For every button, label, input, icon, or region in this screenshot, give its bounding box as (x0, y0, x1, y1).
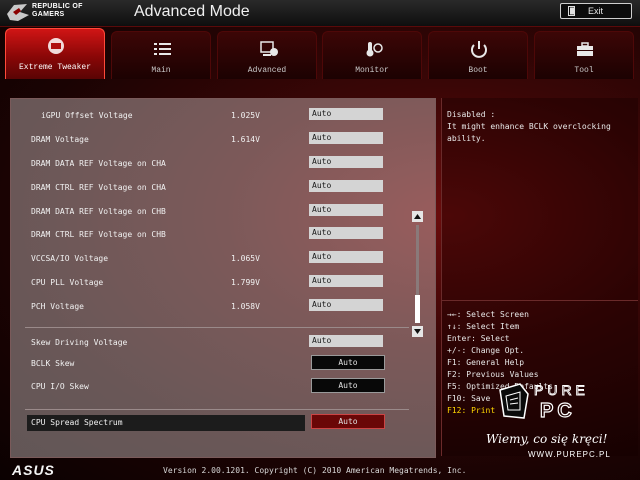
setting-label: DRAM CTRL REF Voltage on CHA (31, 183, 166, 192)
setting-row-dram-ctrl-ref-cha[interactable]: DRAM CTRL REF Voltage on CHA Auto (11, 179, 435, 199)
purepc-watermark-logo: PURE PC (499, 382, 589, 420)
svg-text:PC: PC (540, 400, 576, 420)
exit-button[interactable]: Exit (560, 3, 632, 19)
help-text-line: It might enhance BCLK overclocking (447, 122, 611, 131)
section-divider (25, 327, 409, 328)
setting-row-dram-data-ref-cha[interactable]: DRAM DATA REF Voltage on CHA Auto (11, 155, 435, 175)
setting-label: DRAM CTRL REF Voltage on CHB (31, 230, 166, 239)
cpu-spread-spectrum-dropdown[interactable]: Auto (311, 414, 385, 429)
tab-label: Tool (574, 66, 594, 75)
asus-logo: ASUS (12, 462, 55, 478)
tab-label: Advanced (247, 66, 287, 75)
setting-row-skew-driving-voltage[interactable]: Skew Driving Voltage Auto (11, 334, 435, 354)
top-header-bar: REPUBLIC OF GAMERS Advanced Mode Exit (0, 0, 640, 27)
setting-row-dram-voltage[interactable]: DRAM Voltage 1.614V Auto (11, 131, 435, 151)
section-divider (25, 409, 409, 410)
setting-value: 1.065V (231, 254, 260, 263)
help-text-line: Disabled : (447, 110, 496, 119)
exit-label: Exit (588, 6, 604, 16)
voltage-input[interactable]: Auto (309, 251, 383, 263)
scroll-up-arrow-icon[interactable] (412, 211, 423, 222)
setting-row-cpu-spread-spectrum[interactable]: CPU Spread Spectrum Auto (11, 414, 435, 434)
skew-driving-input[interactable]: Auto (309, 335, 383, 347)
advanced-icon (260, 41, 278, 56)
tweaker-icon (48, 38, 64, 54)
setting-value: 1.799V (231, 278, 260, 287)
tab-label: Boot (468, 66, 488, 75)
setting-row-igpu-offset-voltage[interactable]: iGPU Offset Voltage 1.025V Auto (11, 107, 435, 127)
voltage-input[interactable]: Auto (309, 204, 383, 216)
setting-value: 1.058V (231, 302, 260, 311)
setting-row-bclk-skew[interactable]: BCLK Skew Auto (11, 355, 435, 375)
setting-label: PCH Voltage (31, 302, 84, 311)
setting-row-dram-ctrl-ref-chb[interactable]: DRAM CTRL REF Voltage on CHB Auto (11, 226, 435, 246)
setting-label: Skew Driving Voltage (31, 338, 128, 347)
setting-label: BCLK Skew (31, 359, 75, 368)
setting-label: CPU I/O Skew (31, 382, 89, 391)
tab-bar: Extreme Tweaker Main Advanced Monitor Bo… (0, 28, 640, 80)
rog-eye-logo-icon (7, 4, 29, 21)
thermometer-fan-icon (366, 42, 383, 57)
tab-boot[interactable]: Boot (428, 31, 528, 79)
tab-main[interactable]: Main (111, 31, 211, 79)
key-hint-print: F12: Print (447, 406, 496, 415)
voltage-input[interactable]: Auto (309, 180, 383, 192)
mode-title: Advanced Mode (134, 3, 250, 20)
setting-row-pch-voltage[interactable]: PCH Voltage 1.058V Auto (11, 298, 435, 318)
tab-label: Extreme Tweaker (18, 63, 91, 72)
tab-extreme-tweaker[interactable]: Extreme Tweaker (5, 28, 105, 79)
setting-row-dram-data-ref-chb[interactable]: DRAM DATA REF Voltage on CHB Auto (11, 203, 435, 223)
key-hint: ↑↓: Select Item (447, 322, 520, 331)
list-icon (154, 43, 171, 55)
settings-panel: iGPU Offset Voltage 1.025V Auto DRAM Vol… (10, 98, 436, 458)
setting-label: CPU PLL Voltage (31, 278, 104, 287)
setting-label: DRAM Voltage (31, 135, 89, 144)
bclk-skew-dropdown[interactable]: Auto (311, 355, 385, 370)
rog-brand-text: REPUBLIC OF GAMERS (32, 3, 83, 19)
toolbox-icon (577, 42, 593, 56)
svg-text:PURE: PURE (534, 382, 589, 398)
key-hint: F1: General Help (447, 358, 525, 367)
setting-value: 1.025V (231, 111, 260, 120)
voltage-input[interactable]: Auto (309, 227, 383, 239)
setting-label: DRAM DATA REF Voltage on CHB (31, 207, 166, 216)
key-hint: →←: Select Screen (447, 310, 529, 319)
scrollbar-thumb[interactable] (415, 295, 420, 323)
key-hint: +/-: Change Opt. (447, 346, 525, 355)
setting-label: iGPU Offset Voltage (41, 111, 133, 120)
voltage-input[interactable]: Auto (309, 108, 383, 120)
setting-label: CPU Spread Spectrum (31, 418, 123, 427)
watermark-url: WWW.PUREPC.PL (528, 450, 611, 459)
exit-door-icon (568, 6, 575, 16)
brand-line-2: GAMERS (32, 11, 65, 18)
setting-row-vccsa-io-voltage[interactable]: VCCSA/IO Voltage 1.065V Auto (11, 250, 435, 270)
tab-monitor[interactable]: Monitor (322, 31, 422, 79)
voltage-input[interactable]: Auto (309, 132, 383, 144)
key-hint: F2: Previous Values (447, 370, 539, 379)
voltage-input[interactable]: Auto (309, 299, 383, 311)
setting-row-cpu-io-skew[interactable]: CPU I/O Skew Auto (11, 378, 435, 398)
brand-line-1: REPUBLIC OF (32, 3, 83, 10)
setting-row-cpu-pll-voltage[interactable]: CPU PLL Voltage 1.799V Auto (11, 274, 435, 294)
help-divider (442, 300, 638, 301)
voltage-input[interactable]: Auto (309, 275, 383, 287)
power-icon (471, 41, 487, 58)
tab-label: Main (151, 66, 171, 75)
scroll-down-arrow-icon[interactable] (412, 326, 423, 337)
watermark-slogan: Wiemy, co się kręci! (486, 432, 608, 446)
tab-label: Monitor (355, 66, 389, 75)
tab-advanced[interactable]: Advanced (217, 31, 317, 79)
setting-label: DRAM DATA REF Voltage on CHA (31, 159, 166, 168)
cpu-io-skew-dropdown[interactable]: Auto (311, 378, 385, 393)
setting-value: 1.614V (231, 135, 260, 144)
voltage-input[interactable]: Auto (309, 156, 383, 168)
setting-label: VCCSA/IO Voltage (31, 254, 109, 263)
help-text-line: ability. (447, 134, 486, 143)
key-hint: Enter: Select (447, 334, 510, 343)
tab-tool[interactable]: Tool (534, 31, 634, 79)
key-hint: F10: Save (447, 394, 491, 403)
version-text: Version 2.00.1201. Copyright (C) 2010 Am… (163, 466, 467, 475)
